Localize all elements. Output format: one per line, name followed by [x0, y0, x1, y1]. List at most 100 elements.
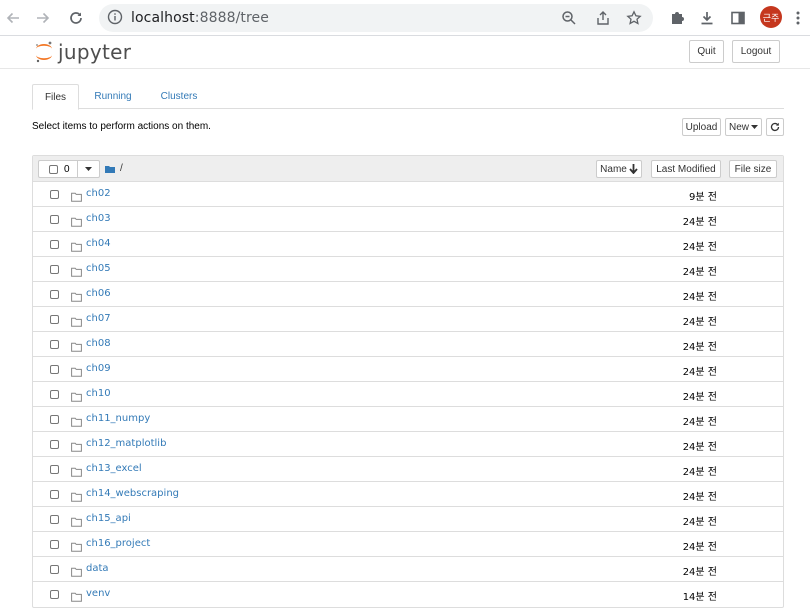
folder-icon	[71, 364, 82, 382]
folder-icon	[71, 339, 82, 357]
item-modified: 24분 전	[682, 392, 717, 403]
item-name-link[interactable]: ch14_webscraping	[86, 488, 179, 499]
list-item[interactable]: ch14_webscraping 24분 전	[33, 482, 783, 507]
row-checkbox[interactable]	[50, 340, 59, 349]
profile-avatar[interactable]: 근주	[760, 6, 782, 28]
row-checkbox[interactable]	[50, 390, 59, 399]
back-button[interactable]	[0, 5, 26, 31]
arrow-left-icon	[6, 12, 19, 24]
item-name-link[interactable]: ch15_api	[86, 513, 131, 524]
side-panel-icon	[731, 11, 745, 25]
row-checkbox[interactable]	[50, 515, 59, 524]
row-checkbox[interactable]	[50, 465, 59, 474]
item-modified: 9분 전	[689, 192, 717, 203]
list-item[interactable]: ch15_api 24분 전	[33, 507, 783, 532]
tab-clusters[interactable]: Clusters	[150, 84, 208, 109]
select-all-checkbox[interactable]: 0	[38, 160, 78, 178]
zoom-icon[interactable]	[559, 8, 579, 28]
reload-button[interactable]	[63, 5, 89, 31]
quit-button[interactable]: Quit	[689, 40, 724, 63]
row-checkbox[interactable]	[50, 290, 59, 299]
item-name-link[interactable]: ch12_matplotlib	[86, 438, 166, 449]
row-checkbox[interactable]	[50, 415, 59, 424]
folder-icon	[71, 439, 82, 457]
row-checkbox[interactable]	[50, 440, 59, 449]
kebab-menu-icon	[796, 11, 800, 25]
row-checkbox[interactable]	[50, 365, 59, 374]
select-menu-button[interactable]	[78, 160, 100, 178]
item-name-link[interactable]: ch04	[86, 238, 111, 249]
list-item[interactable]: ch08 24분 전	[33, 332, 783, 357]
item-name-link[interactable]: ch16_project	[86, 538, 150, 549]
extensions-button[interactable]	[664, 5, 690, 31]
list-item[interactable]: ch12_matplotlib 24분 전	[33, 432, 783, 457]
list-item[interactable]: venv 14분 전	[33, 582, 783, 607]
row-checkbox[interactable]	[50, 240, 59, 249]
row-checkbox[interactable]	[50, 315, 59, 324]
row-checkbox[interactable]	[50, 265, 59, 274]
folder-icon	[71, 314, 82, 332]
jupyter-logo[interactable]: jupyter	[34, 40, 131, 64]
item-modified: 24분 전	[682, 542, 717, 553]
row-checkbox[interactable]	[50, 590, 59, 599]
item-name-link[interactable]: ch03	[86, 213, 111, 224]
list-item[interactable]: ch04 24분 전	[33, 232, 783, 257]
new-dropdown-button[interactable]: New	[725, 118, 762, 136]
logout-button[interactable]: Logout	[732, 40, 780, 63]
item-modified: 24분 전	[682, 367, 717, 378]
file-list: 0 / Name Last Modified File size ch02 9분 …	[32, 155, 784, 608]
list-item[interactable]: ch10 24분 전	[33, 382, 783, 407]
downloads-button[interactable]	[694, 5, 720, 31]
list-item[interactable]: data 24분 전	[33, 557, 783, 582]
sort-file-size-button[interactable]: File size	[729, 160, 777, 178]
list-item[interactable]: ch09 24분 전	[33, 357, 783, 382]
browser-menu-button[interactable]	[790, 5, 806, 31]
row-checkbox[interactable]	[50, 565, 59, 574]
item-name-link[interactable]: ch08	[86, 338, 111, 349]
bookmark-star-icon[interactable]	[624, 8, 644, 28]
share-icon[interactable]	[593, 8, 613, 28]
item-name-link[interactable]: ch11_numpy	[86, 413, 150, 424]
item-name-link[interactable]: ch09	[86, 363, 111, 374]
list-item[interactable]: ch07 24분 전	[33, 307, 783, 332]
url-path: :8888/tree	[194, 10, 269, 26]
list-item[interactable]: ch06 24분 전	[33, 282, 783, 307]
breadcrumb[interactable]: /	[105, 163, 123, 174]
item-modified: 14분 전	[682, 592, 717, 603]
item-name-link[interactable]: ch10	[86, 388, 111, 399]
selection-hint: Select items to perform actions on them.	[32, 121, 211, 132]
row-checkbox[interactable]	[50, 540, 59, 549]
upload-button[interactable]: Upload	[682, 118, 721, 136]
folder-icon	[71, 389, 82, 407]
tab-running[interactable]: Running	[84, 84, 142, 109]
list-item[interactable]: ch02 9분 전	[33, 182, 783, 207]
item-name-link[interactable]: ch02	[86, 188, 111, 199]
list-item[interactable]: ch11_numpy 24분 전	[33, 407, 783, 432]
item-name-link[interactable]: ch06	[86, 288, 111, 299]
site-info-icon[interactable]	[107, 9, 123, 30]
sort-name-label: Name	[600, 163, 627, 175]
item-name-link[interactable]: venv	[86, 588, 110, 599]
folder-icon	[71, 289, 82, 307]
folder-icon	[71, 264, 82, 282]
list-item[interactable]: ch05 24분 전	[33, 257, 783, 282]
item-name-link[interactable]: ch05	[86, 263, 111, 274]
list-item[interactable]: ch16_project 24분 전	[33, 532, 783, 557]
sort-name-button[interactable]: Name	[596, 160, 642, 178]
address-bar[interactable]: localhost:8888/tree	[99, 4, 653, 32]
list-item[interactable]: ch13_excel 24분 전	[33, 457, 783, 482]
puzzle-icon	[672, 12, 684, 24]
item-name-link[interactable]: ch13_excel	[86, 463, 142, 474]
refresh-button[interactable]	[766, 118, 784, 136]
row-checkbox[interactable]	[50, 215, 59, 224]
side-panel-button[interactable]	[725, 5, 751, 31]
item-name-link[interactable]: data	[86, 563, 109, 574]
sort-last-modified-button[interactable]: Last Modified	[651, 160, 721, 178]
item-modified: 24분 전	[682, 517, 717, 528]
row-checkbox[interactable]	[50, 190, 59, 199]
row-checkbox[interactable]	[50, 490, 59, 499]
item-name-link[interactable]: ch07	[86, 313, 111, 324]
list-item[interactable]: ch03 24분 전	[33, 207, 783, 232]
tab-files[interactable]: Files	[32, 84, 79, 110]
forward-button[interactable]	[30, 5, 56, 31]
